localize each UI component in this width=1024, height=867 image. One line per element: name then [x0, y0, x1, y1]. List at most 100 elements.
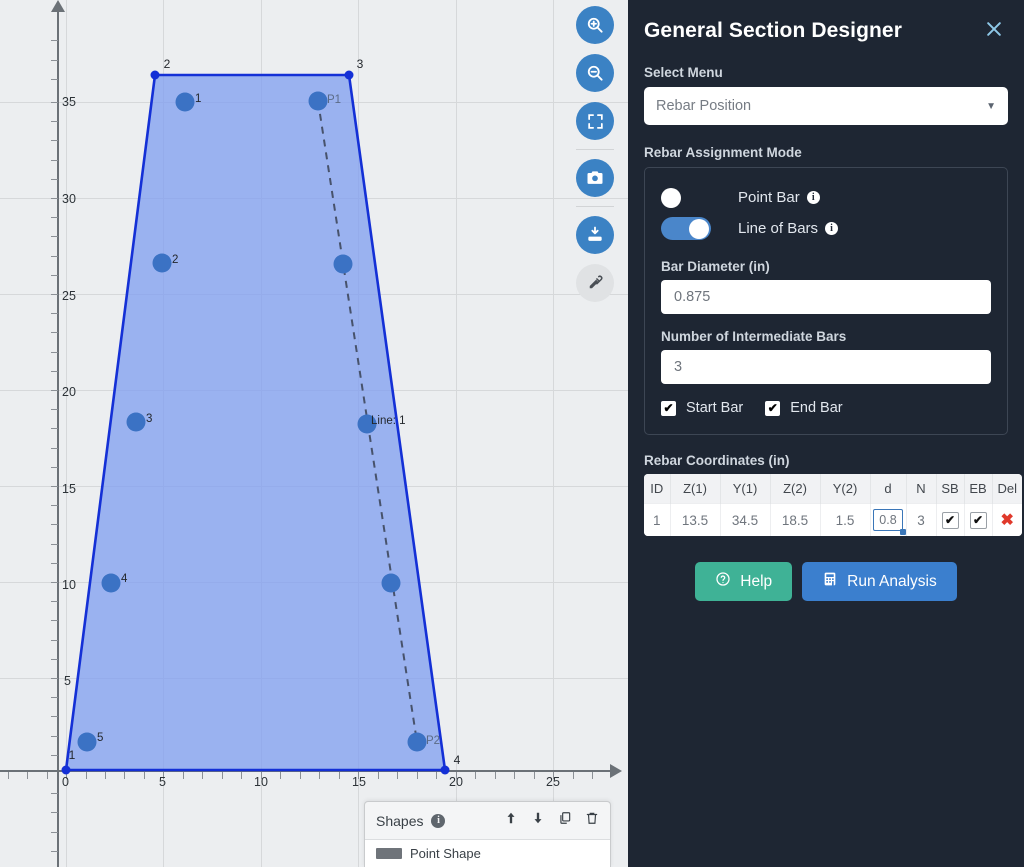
delete-icon[interactable] [585, 811, 599, 830]
cell-y2[interactable]: 1.5 [820, 503, 871, 536]
line-of-bars-row: Line of Bars i [661, 213, 991, 244]
download-icon[interactable] [576, 216, 614, 254]
bar-diameter-input[interactable] [661, 280, 991, 314]
table-row[interactable]: 1 13.5 34.5 18.5 1.5 3 ✔ [644, 503, 1022, 536]
cell-n[interactable]: 3 [906, 503, 937, 536]
camera-icon[interactable] [576, 159, 614, 197]
rebar-point-label: 3 [146, 413, 153, 425]
start-bar-checkbox[interactable]: ✔ [661, 400, 676, 416]
rebar-coordinates-label: Rebar Coordinates (in) [644, 453, 790, 468]
rebar-coordinates-table: ID Z(1) Y(1) Z(2) Y(2) d N SB EB Del 1 1… [644, 474, 1022, 536]
eyedropper-icon[interactable] [576, 264, 614, 302]
canvas-toolbar [562, 0, 628, 302]
toolbar-divider [576, 149, 614, 150]
polygon-vertex[interactable] [440, 765, 450, 775]
run-analysis-button[interactable]: Run Analysis [802, 562, 957, 601]
line-of-bars-toggle[interactable] [661, 217, 711, 240]
cell-sb: ✔ [936, 503, 965, 536]
row-start-bar-checkbox[interactable]: ✔ [941, 511, 959, 529]
delete-row-icon[interactable]: ✖ [1001, 512, 1014, 529]
select-menu-label: Select Menu [644, 65, 723, 80]
row-end-bar-checkbox[interactable]: ✔ [969, 511, 987, 529]
bar-diameter-cell-input[interactable] [873, 509, 903, 531]
number-intermediate-bars-input[interactable] [661, 350, 991, 384]
bar-end-options: ✔ Start Bar ✔ End Bar [661, 400, 991, 416]
info-icon[interactable]: i [431, 813, 446, 828]
cell-id: 1 [644, 503, 671, 536]
rebar-assignment-mode-box: Point Bar i Line of Bars i Bar Diameter … [644, 167, 1008, 435]
page-title: General Section Designer [644, 19, 902, 42]
rebar-line-bar-end[interactable] [407, 732, 427, 752]
vertex-label: 3 [356, 57, 364, 71]
calculator-icon [822, 571, 838, 592]
app-root: 35 30 25 20 15 10 5 0 5 10 15 20 25 1 2 … [0, 0, 1024, 867]
fit-screen-icon[interactable] [576, 102, 614, 140]
rebar-point-label: 5 [97, 732, 104, 744]
rebar-line-bar-start[interactable] [308, 91, 328, 111]
cell-z2[interactable]: 18.5 [770, 503, 821, 536]
rebar-point-bar[interactable] [101, 573, 121, 593]
col-z1: Z(1) [670, 474, 721, 504]
shape-item-label: Point Shape [410, 846, 481, 861]
rebar-point-label: 2 [172, 254, 179, 266]
toolbar-divider [576, 206, 614, 207]
bar-diameter-label: Bar Diameter (in) [661, 259, 770, 274]
rebar-point-bar[interactable] [77, 732, 97, 752]
line-of-bars-label: Line of Bars [738, 220, 819, 237]
table-header-row: ID Z(1) Y(1) Z(2) Y(2) d N SB EB Del [644, 474, 1022, 504]
zoom-out-icon[interactable] [576, 54, 614, 92]
rebar-line-label: Line: 1 [371, 415, 406, 427]
shapes-panel[interactable]: Shapes i Point Shape [364, 801, 611, 867]
polygon-vertex[interactable] [61, 765, 71, 775]
cell-y1[interactable]: 34.5 [720, 503, 771, 536]
number-intermediate-bars-label: Number of Intermediate Bars [661, 329, 847, 344]
rebar-point-bar[interactable] [152, 253, 172, 273]
section-canvas[interactable]: 35 30 25 20 15 10 5 0 5 10 15 20 25 1 2 … [0, 0, 628, 867]
cell-d[interactable] [870, 503, 907, 536]
help-button-label: Help [740, 572, 773, 590]
close-icon[interactable] [980, 17, 1008, 45]
rebar-line-bar[interactable] [333, 254, 353, 274]
rebar-line-bar[interactable] [381, 573, 401, 593]
panel-header: General Section Designer [644, 0, 1008, 45]
help-button[interactable]: Help [695, 562, 793, 601]
col-y2: Y(2) [820, 474, 871, 504]
move-up-icon[interactable] [504, 811, 518, 830]
col-del: Del [992, 474, 1022, 504]
chevron-down-icon: ▼ [986, 100, 996, 112]
point-bar-label: Point Bar [738, 189, 800, 206]
rebar-line-end-label: P2 [426, 735, 441, 747]
polygon-vertex[interactable] [150, 70, 160, 80]
polygon-vertex[interactable] [344, 70, 354, 80]
cell-eb: ✔ [964, 503, 993, 536]
col-z2: Z(2) [770, 474, 821, 504]
rebar-point-label: 1 [195, 93, 202, 105]
cell-del: ✖ [992, 503, 1022, 536]
col-sb: SB [936, 474, 965, 504]
end-bar-checkbox[interactable]: ✔ [765, 400, 781, 416]
rebar-point-bar[interactable] [126, 412, 146, 432]
shapes-list-item[interactable]: Point Shape [365, 839, 610, 867]
vertex-label: 2 [163, 57, 171, 71]
designer-panel: General Section Designer Select Menu Reb… [628, 0, 1024, 867]
col-id: ID [644, 474, 671, 504]
rebar-point-label: 4 [121, 573, 128, 585]
cell-z1[interactable]: 13.5 [670, 503, 721, 536]
question-circle-icon [715, 571, 731, 592]
move-down-icon[interactable] [531, 811, 545, 830]
start-bar-label: Start Bar [686, 400, 744, 416]
action-buttons: Help Run Analysis [644, 562, 1008, 601]
select-menu-dropdown[interactable]: Rebar Position ▼ [644, 87, 1008, 125]
rebar-point-bar[interactable] [175, 92, 195, 112]
info-icon[interactable]: i [825, 222, 839, 235]
shape-color-swatch [376, 848, 402, 859]
select-menu-value: Rebar Position [656, 98, 752, 114]
col-n: N [906, 474, 937, 504]
zoom-in-icon[interactable] [576, 6, 614, 44]
shapes-panel-title: Shapes [376, 812, 424, 829]
end-bar-label: End Bar [790, 400, 843, 416]
info-icon[interactable]: i [806, 191, 820, 204]
cell-resize-handle[interactable] [900, 529, 906, 535]
duplicate-icon[interactable] [558, 811, 572, 830]
point-bar-toggle[interactable] [661, 186, 711, 209]
